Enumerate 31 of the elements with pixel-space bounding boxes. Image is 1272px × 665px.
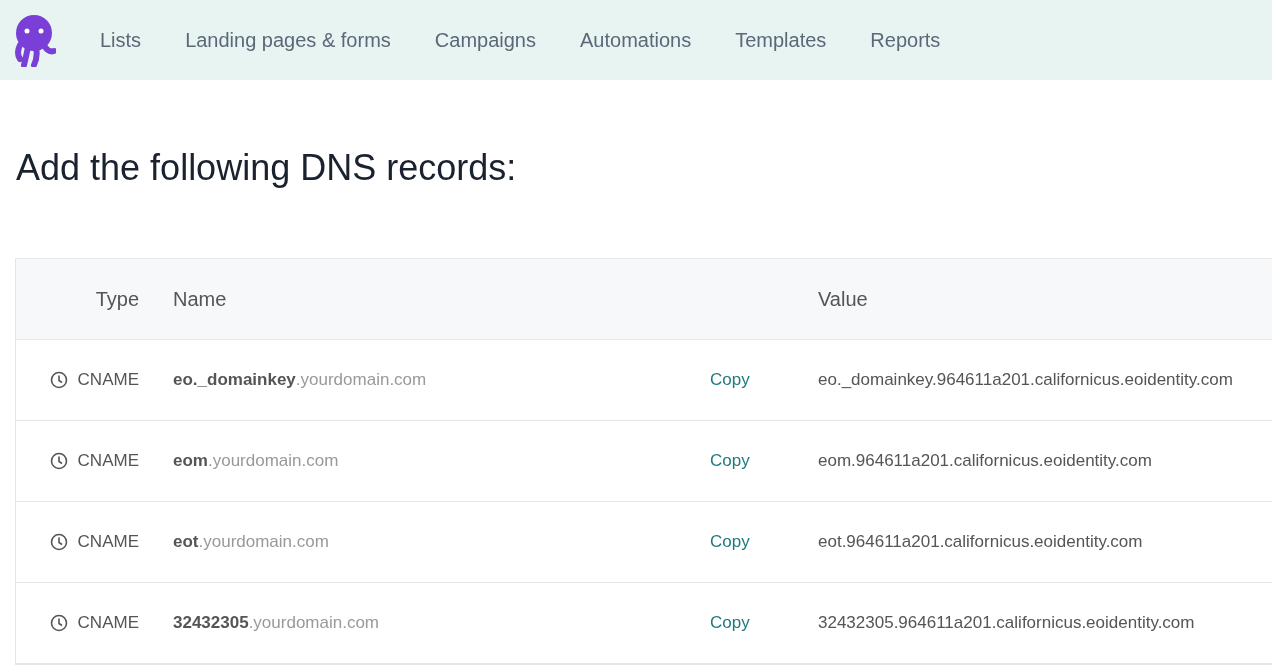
nav-link[interactable]: Reports — [870, 28, 941, 52]
record-name: eot.yourdomain.com — [173, 532, 329, 552]
record-name: 32432305.yourdomain.com — [173, 613, 380, 633]
record-value: eo._domainkey.964611a201.californicus.eoidentity.com — [818, 370, 1233, 390]
nav-link[interactable]: Landing pages & forms — [185, 28, 391, 52]
copy-link[interactable]: Copy — [710, 451, 750, 471]
column-header: Name — [173, 287, 227, 311]
clock-icon — [49, 614, 68, 632]
nav-link[interactable]: Automations — [580, 28, 692, 52]
record-type: CNAME — [77, 451, 139, 471]
record-value: eot.964611a201.californicus.eoidentity.com — [818, 532, 1143, 552]
nav-link[interactable]: Templates — [735, 28, 827, 52]
clock-icon — [49, 371, 68, 389]
copy-link[interactable]: Copy — [710, 532, 750, 552]
copy-link[interactable]: Copy — [710, 370, 750, 390]
copy-link[interactable]: Copy — [710, 613, 750, 633]
record-name: eom.yourdomain.com — [173, 451, 339, 471]
page-heading: Add the following DNS records: — [16, 146, 518, 190]
octopus-logo-icon[interactable] — [14, 13, 56, 67]
record-name: eo._domainkey.yourdomain.com — [173, 370, 427, 390]
nav-link[interactable]: Lists — [100, 28, 142, 52]
clock-icon — [49, 533, 68, 551]
column-header: Type — [95, 287, 139, 311]
clock-icon — [49, 452, 68, 470]
record-value: 32432305.964611a201.californicus.eoidentity.com — [818, 613, 1195, 633]
record-type: CNAME — [77, 532, 139, 552]
column-header: Value — [818, 287, 868, 311]
record-value: eom.964611a201.californicus.eoidentity.com — [818, 451, 1152, 471]
record-type: CNAME — [77, 613, 139, 633]
record-type: CNAME — [77, 370, 139, 390]
nav-link[interactable]: Campaigns — [434, 28, 536, 52]
